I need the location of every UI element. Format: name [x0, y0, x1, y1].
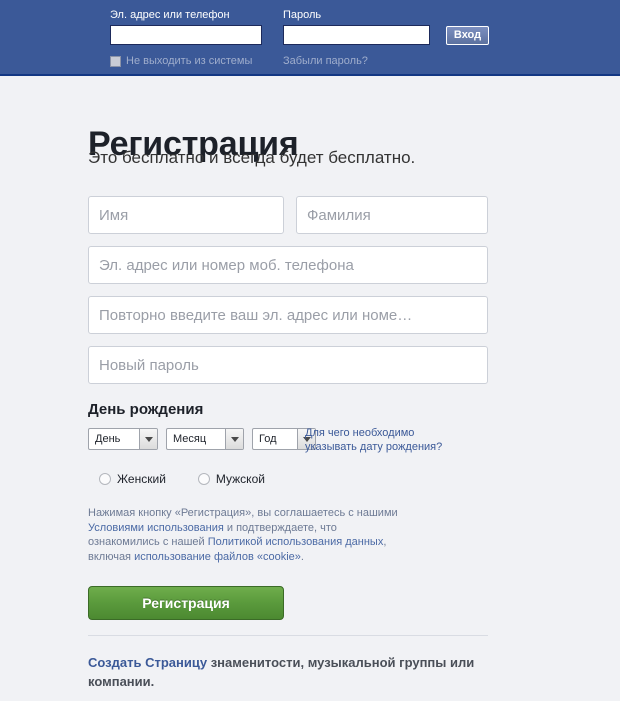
why-birthday-line2: указывать дату рождения? — [305, 441, 443, 453]
radio-icon — [99, 473, 111, 485]
forgot-password-link[interactable]: Забыли пароль? — [283, 55, 368, 68]
gender-female-label: Женский — [117, 472, 166, 486]
data-policy-link[interactable]: Политикой использования данных — [208, 536, 384, 548]
chevron-down-icon — [225, 429, 243, 449]
login-password-label: Пароль — [283, 9, 322, 21]
legal-disclaimer: Нажимая кнопку «Регистрация», вы соглаша… — [88, 506, 408, 564]
birthday-day-value: День — [95, 433, 121, 445]
birthday-year-value: Год — [259, 433, 277, 445]
gender-option-female[interactable]: Женский — [99, 472, 166, 486]
last-name-input[interactable] — [296, 196, 488, 234]
cookie-policy-link[interactable]: использование файлов «cookie» — [134, 551, 301, 563]
legal-text-4: . — [300, 550, 304, 563]
first-name-input[interactable] — [88, 196, 284, 234]
email-input[interactable] — [88, 246, 488, 284]
login-button[interactable]: Вход — [446, 26, 489, 45]
login-email-input[interactable] — [110, 25, 262, 45]
footer-divider — [88, 635, 488, 636]
birthday-month-select[interactable]: Месяц — [166, 428, 244, 450]
top-login-bar: Эл. адрес или телефон Пароль Вход Не вых… — [0, 0, 620, 76]
signup-form-container: Регистрация Это бесплатно и всегда будет… — [0, 78, 620, 701]
create-page-footer: Создать Страницу знаменитости, музыкальн… — [88, 653, 488, 691]
gender-option-male[interactable]: Мужской — [197, 472, 265, 486]
email-confirm-input[interactable] — [88, 296, 488, 334]
page-subtitle: Это бесплатно и всегда будет бесплатно. — [88, 148, 416, 167]
why-birthday-link[interactable]: Для чего необходимо указывать дату рожден… — [305, 426, 465, 454]
gender-male-label: Мужской — [215, 472, 265, 486]
login-email-label: Эл. адрес или телефон — [110, 9, 230, 21]
birthday-section-title: День рождения — [88, 401, 204, 418]
birthday-day-select[interactable]: День — [88, 428, 158, 450]
terms-of-service-link[interactable]: Условиями использования — [88, 522, 224, 534]
new-password-input[interactable] — [88, 346, 488, 384]
birthday-month-value: Месяц — [173, 433, 207, 445]
signup-submit-button[interactable]: Регистрация — [88, 586, 284, 620]
gender-options: Женский Мужской — [99, 472, 297, 486]
chevron-down-icon — [139, 429, 157, 449]
birthday-selects: День Месяц Год — [88, 428, 316, 450]
login-password-input[interactable] — [283, 25, 430, 45]
radio-icon — [197, 473, 210, 485]
legal-text-1: Нажимая кнопку «Регистрация», вы соглаша… — [88, 507, 398, 519]
why-birthday-line1: Для чего необходимо — [305, 427, 415, 439]
keep-logged-in-label[interactable]: Не выходить из системы — [126, 55, 252, 68]
keep-logged-in-checkbox[interactable] — [110, 56, 121, 67]
create-page-link[interactable]: Создать Страницу — [88, 655, 207, 670]
